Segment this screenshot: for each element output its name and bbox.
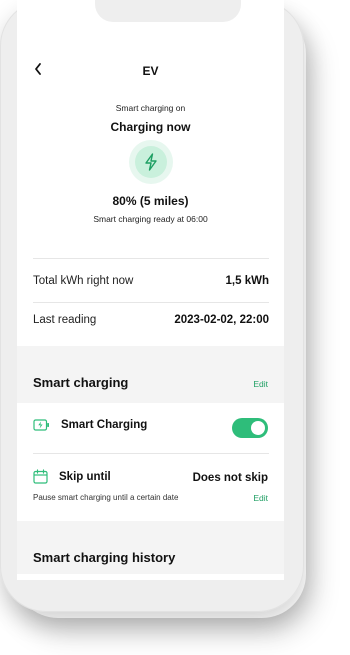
phone-notch: [95, 0, 241, 22]
skip-until-row[interactable]: Skip until: [33, 469, 111, 484]
skip-until-edit-link[interactable]: Edit: [253, 493, 268, 503]
smart-charging-toggle-row: Smart Charging: [33, 419, 147, 431]
smart-charging-edit-link[interactable]: Edit: [253, 379, 268, 389]
divider: [33, 258, 269, 259]
toggle-knob: [251, 421, 265, 435]
battery-charging-icon: [33, 419, 49, 431]
skip-until-hint: Pause smart charging until a certain dat…: [33, 493, 179, 502]
page-title: EV: [142, 64, 159, 78]
smart-charging-toggle-label: Smart Charging: [61, 419, 148, 431]
divider: [33, 453, 269, 454]
stat-label: Total kWh right now: [33, 275, 134, 287]
phone-frame: EV Smart charging on Charging now 80% (5…: [0, 0, 304, 612]
ev-overview-card: EV Smart charging on Charging now 80% (5…: [17, 0, 284, 346]
lightning-bolt-icon: [145, 153, 157, 171]
calendar-icon: [33, 469, 48, 484]
charging-indicator: [129, 140, 173, 184]
app-screen: EV Smart charging on Charging now 80% (5…: [17, 0, 284, 580]
stat-label: Last reading: [33, 314, 97, 326]
skip-until-label: Skip until: [59, 470, 111, 483]
stat-row-total-kwh: Total kWh right now 1,5 kWh: [33, 275, 269, 287]
smart-charging-toggle[interactable]: [232, 418, 268, 438]
ready-time-text: Smart charging ready at 06:00: [93, 214, 208, 224]
charging-status: Charging now: [110, 120, 191, 134]
smart-charging-section-title: Smart charging: [33, 375, 129, 390]
divider: [33, 302, 269, 303]
smart-charging-card: Smart Charging Skip until Does not skip …: [17, 403, 284, 521]
battery-level: 80% (5 miles): [112, 194, 189, 208]
skip-until-value: Does not skip: [192, 472, 268, 484]
history-card: [17, 574, 284, 580]
stat-row-last-reading: Last reading 2023-02-02, 22:00: [33, 314, 269, 326]
history-section-title: Smart charging history: [33, 550, 176, 565]
stat-value: 2023-02-02, 22:00: [174, 314, 269, 326]
stat-value: 1,5 kWh: [225, 275, 269, 287]
smart-charging-status-text: Smart charging on: [115, 103, 186, 113]
